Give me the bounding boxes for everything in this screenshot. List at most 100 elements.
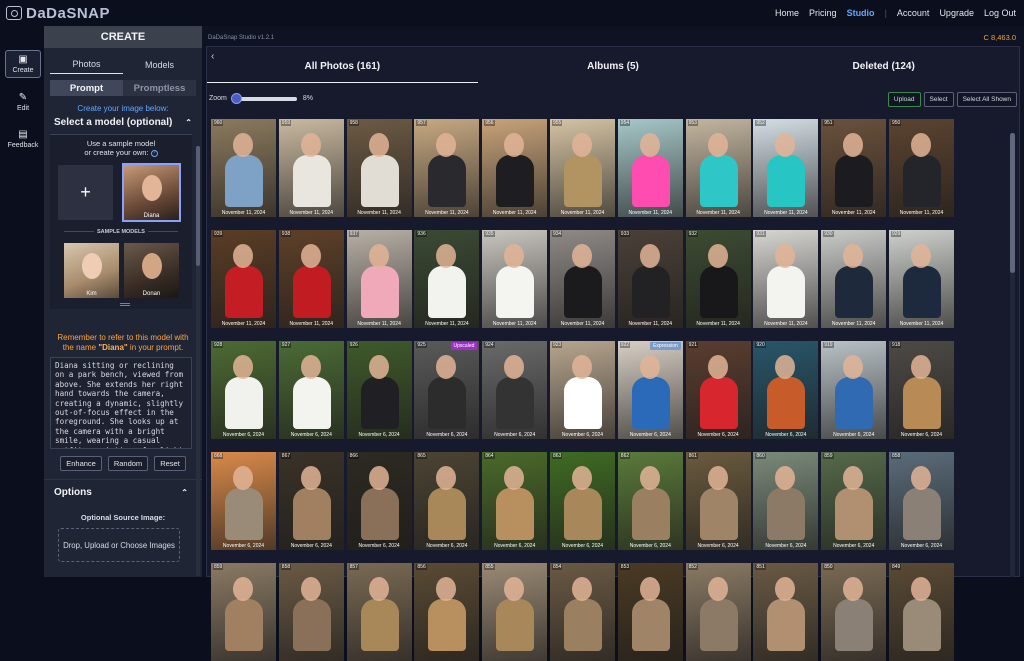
photo-thumbnail[interactable]: 957 November 11, 2024 — [414, 119, 480, 217]
create-model-tile[interactable]: + — [58, 165, 113, 220]
photo-subject — [300, 577, 321, 601]
model-tile-diana[interactable]: Diana — [122, 163, 181, 222]
photo-thumbnail[interactable]: 932 November 11, 2024 — [685, 230, 751, 328]
tab-photos[interactable]: Photos — [50, 59, 123, 74]
photo-thumbnail[interactable]: 858 November 6, 2024 — [889, 452, 954, 550]
photo-thumbnail[interactable]: 928 November 6, 2024 — [211, 341, 276, 439]
mode-prompt[interactable]: Prompt — [50, 80, 123, 96]
photo-thumbnail[interactable]: 925 November 6, 2024 Upscaled — [414, 341, 480, 439]
photo-thumbnail[interactable]: 853 — [617, 563, 683, 661]
nav-pricing[interactable]: Pricing — [809, 8, 837, 18]
edit-button[interactable]: ✎ Edit — [5, 88, 41, 116]
photo-thumbnail[interactable]: 868 November 6, 2024 — [211, 452, 276, 550]
photo-thumbnail[interactable]: 922 November 6, 2024 Expression — [617, 341, 683, 439]
photo-subject — [368, 577, 389, 601]
photo-thumbnail[interactable]: 950 November 11, 2024 — [889, 119, 954, 217]
photo-thumbnail[interactable]: 864 November 6, 2024 — [482, 452, 548, 550]
photo-thumbnail[interactable]: 850 — [821, 563, 887, 661]
photo-thumbnail[interactable]: 930 November 11, 2024 — [821, 230, 887, 328]
reset-button[interactable]: Reset — [154, 456, 186, 471]
photo-thumbnail[interactable]: 955 November 11, 2024 — [550, 119, 615, 217]
photo-thumbnail[interactable]: 860 November 6, 2024 — [753, 452, 819, 550]
enhance-button[interactable]: Enhance — [60, 456, 102, 471]
photo-thumbnail[interactable]: 919 November 6, 2024 — [821, 341, 887, 439]
create-button[interactable]: ▣ Create — [5, 50, 41, 78]
select-all-shown-button[interactable]: Select All Shown — [956, 92, 1017, 107]
zoom-slider-handle[interactable] — [230, 92, 242, 104]
photo-subject-body — [428, 266, 467, 318]
photo-thumbnail[interactable]: 956 November 11, 2024 — [482, 119, 548, 217]
upload-button[interactable]: Upload — [887, 92, 921, 107]
photo-subject — [572, 577, 592, 601]
logo[interactable]: DaDaSNAP — [6, 3, 110, 23]
photo-thumbnail[interactable]: 927 November 6, 2024 — [278, 341, 344, 439]
photo-thumbnail[interactable]: 861 November 6, 2024 — [685, 452, 751, 550]
help-icon[interactable]: ? — [150, 149, 158, 157]
photo-thumbnail[interactable]: 857 — [346, 563, 412, 661]
photo-thumbnail[interactable]: 937 November 11, 2024 — [346, 230, 412, 328]
photo-thumbnail[interactable]: 851 — [753, 563, 819, 661]
photo-thumbnail[interactable]: 934 November 11, 2024 — [550, 230, 615, 328]
photo-thumbnail[interactable]: 856 — [414, 563, 480, 661]
resize-handle[interactable] — [120, 303, 130, 306]
zoom-slider[interactable] — [230, 92, 297, 104]
random-button[interactable]: Random — [107, 456, 149, 471]
prompt-textarea[interactable]: Diana sitting or reclining on a park ben… — [50, 357, 192, 449]
photo-thumbnail[interactable]: 862 November 6, 2024 — [617, 452, 683, 550]
panel-scrollbar[interactable] — [196, 146, 200, 576]
photo-thumbnail[interactable]: 854 — [550, 563, 615, 661]
photo-thumbnail[interactable]: 951 November 11, 2024 — [821, 119, 887, 217]
version-label: DaDaSnap Studio v1.2.1 — [208, 35, 275, 41]
photo-thumbnail[interactable]: 953 November 11, 2024 — [685, 119, 751, 217]
photo-id: 953 — [687, 120, 698, 126]
photo-thumbnail[interactable]: 923 November 6, 2024 — [550, 341, 615, 439]
photo-thumbnail[interactable]: 855 — [482, 563, 548, 661]
photo-thumbnail[interactable]: 926 November 6, 2024 — [346, 341, 412, 439]
photo-thumbnail[interactable]: 867 November 6, 2024 — [278, 452, 344, 550]
photo-thumbnail[interactable]: 924 November 6, 2024 — [482, 341, 548, 439]
image-dropzone[interactable]: Drop, Upload or Choose Images — [58, 528, 180, 562]
photo-thumbnail[interactable]: 859 — [211, 563, 276, 661]
photo-id: 950 — [891, 120, 902, 126]
photo-thumbnail[interactable]: 939 November 11, 2024 — [211, 230, 276, 328]
photo-thumbnail[interactable]: 935 November 11, 2024 — [482, 230, 548, 328]
tab-albums[interactable]: Albums (5) — [478, 61, 749, 81]
photo-thumbnail[interactable]: 918 November 6, 2024 — [889, 341, 954, 439]
photo-thumbnail[interactable]: 960 November 11, 2024 — [211, 119, 276, 217]
photo-thumbnail[interactable]: 954 November 11, 2024 — [617, 119, 683, 217]
tab-all-photos[interactable]: All Photos (161) — [207, 61, 478, 83]
nav-upgrade[interactable]: Upgrade — [939, 8, 974, 18]
tab-deleted[interactable]: Deleted (124) — [748, 61, 1019, 81]
photo-thumbnail[interactable]: 931 November 11, 2024 — [753, 230, 819, 328]
photo-thumbnail[interactable]: 938 November 11, 2024 — [278, 230, 344, 328]
photo-thumbnail[interactable]: 921 November 6, 2024 — [685, 341, 751, 439]
model-select-toggle[interactable]: Select a model (optional) ⌃ — [54, 117, 192, 128]
model-tile-kim[interactable]: Kim — [64, 243, 119, 298]
photo-date: November 11, 2024 — [899, 210, 944, 216]
photo-thumbnail[interactable]: 865 November 6, 2024 — [414, 452, 480, 550]
nav-studio[interactable]: Studio — [847, 8, 875, 18]
photo-thumbnail[interactable]: 849 — [889, 563, 954, 661]
photo-thumbnail[interactable]: 866 November 6, 2024 — [346, 452, 412, 550]
photo-thumbnail[interactable]: 858 — [278, 563, 344, 661]
nav-logout[interactable]: Log Out — [984, 8, 1016, 18]
photo-thumbnail[interactable]: 859 November 6, 2024 — [821, 452, 887, 550]
feedback-button[interactable]: ▤ Feedback — [5, 125, 41, 153]
photo-thumbnail[interactable]: 929 November 11, 2024 — [889, 230, 954, 328]
nav-home[interactable]: Home — [775, 8, 799, 18]
mode-promptless[interactable]: Promptless — [123, 80, 196, 96]
gallery-scrollbar[interactable] — [1010, 133, 1015, 577]
select-button[interactable]: Select — [923, 92, 954, 107]
model-tile-donan[interactable]: Donan — [124, 243, 179, 298]
photo-thumbnail[interactable]: 933 November 11, 2024 — [617, 230, 683, 328]
tab-models[interactable]: Models — [123, 60, 196, 74]
photo-thumbnail[interactable]: 958 November 11, 2024 — [346, 119, 412, 217]
photo-thumbnail[interactable]: 920 November 6, 2024 — [753, 341, 819, 439]
photo-thumbnail[interactable]: 952 November 11, 2024 — [753, 119, 819, 217]
photo-thumbnail[interactable]: 863 November 6, 2024 — [550, 452, 615, 550]
photo-thumbnail[interactable]: 852 — [685, 563, 751, 661]
photo-thumbnail[interactable]: 959 November 11, 2024 — [278, 119, 344, 217]
options-toggle[interactable]: Options ⌃ — [44, 479, 202, 505]
nav-account[interactable]: Account — [897, 8, 930, 18]
photo-thumbnail[interactable]: 936 November 11, 2024 — [414, 230, 480, 328]
